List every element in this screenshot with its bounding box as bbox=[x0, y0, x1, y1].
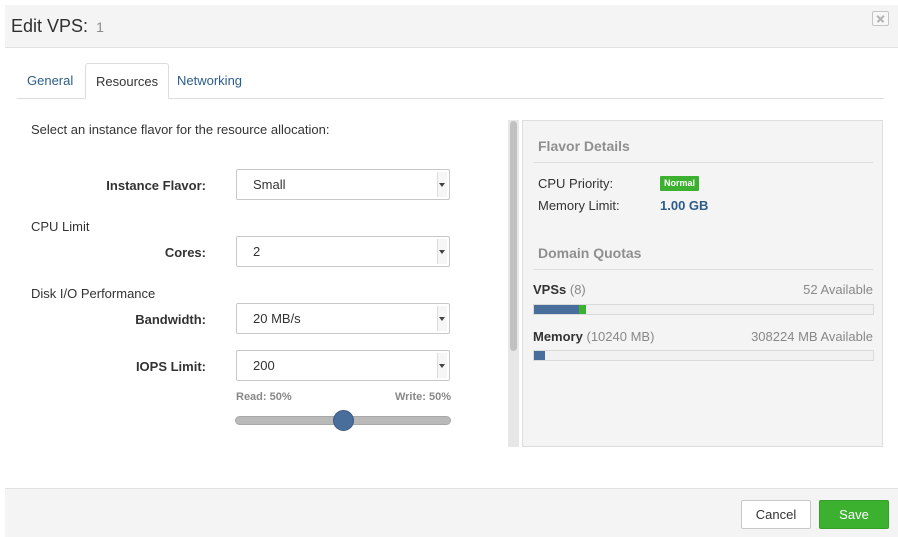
instance-flavor-select[interactable]: Small bbox=[236, 169, 450, 200]
memory-limit-label: Memory Limit: bbox=[538, 198, 620, 213]
disk-io-heading: Disk I/O Performance bbox=[31, 286, 156, 301]
instance-flavor-label: Instance Flavor: bbox=[106, 178, 206, 193]
dialog-header: Edit VPS: 1 bbox=[5, 5, 898, 48]
cancel-button[interactable]: Cancel bbox=[741, 500, 811, 529]
bandwidth-select[interactable]: 20 MB/s bbox=[236, 303, 450, 334]
vps-quota-label: VPSs (8) bbox=[533, 282, 586, 297]
bandwidth-value: 20 MB/s bbox=[253, 311, 301, 326]
flavor-details-panel: Flavor Details CPU Priority: Normal Memo… bbox=[522, 120, 883, 447]
vertical-scrollbar[interactable] bbox=[508, 120, 519, 447]
tab-networking[interactable]: Networking bbox=[167, 63, 252, 98]
memory-quota-available: 308224 MB Available bbox=[751, 329, 873, 344]
memory-quota-label: Memory (10240 MB) bbox=[533, 329, 655, 344]
instruction-text: Select an instance flavor for the resour… bbox=[31, 122, 330, 137]
write-percent-label: Write: 50% bbox=[394, 391, 451, 403]
tab-general[interactable]: General bbox=[17, 63, 83, 98]
vps-quota-available: 52 Available bbox=[803, 282, 873, 297]
iops-limit-value: 200 bbox=[253, 358, 275, 373]
vps-quota-count: (8) bbox=[569, 282, 586, 297]
dialog-title: Edit VPS: 1 bbox=[11, 16, 104, 37]
cpu-limit-heading: CPU Limit bbox=[31, 219, 90, 234]
chevron-down-icon bbox=[437, 239, 447, 264]
dialog-title-text: Edit VPS: bbox=[11, 16, 89, 36]
memory-limit-value: 1.00 GB bbox=[660, 198, 709, 213]
vps-quota-new bbox=[579, 305, 586, 314]
cores-label: Cores: bbox=[164, 245, 206, 260]
tab-resources[interactable]: Resources bbox=[85, 63, 170, 99]
read-percent-label: Read: 50% bbox=[236, 391, 292, 403]
vps-quota-bar bbox=[533, 304, 874, 315]
iops-limit-label: IOPS Limit: bbox=[135, 359, 206, 374]
tab-bar: General Resources Networking bbox=[17, 63, 884, 99]
memory-quota-bar bbox=[533, 350, 874, 361]
divider bbox=[533, 269, 873, 270]
iops-limit-select[interactable]: 200 bbox=[236, 350, 450, 381]
cores-value: 2 bbox=[253, 244, 261, 259]
bandwidth-label: Bandwidth: bbox=[135, 312, 206, 327]
slider-handle[interactable] bbox=[333, 410, 354, 431]
close-icon[interactable] bbox=[872, 11, 889, 26]
chevron-down-icon bbox=[437, 353, 447, 378]
memory-quota-used bbox=[534, 351, 545, 360]
chevron-down-icon bbox=[437, 172, 447, 197]
memory-quota-count: (10240 MB) bbox=[586, 329, 655, 344]
cpu-priority-badge: Normal bbox=[660, 176, 700, 191]
instance-flavor-value: Small bbox=[253, 177, 286, 192]
save-button[interactable]: Save bbox=[819, 500, 889, 529]
divider bbox=[533, 162, 873, 163]
flavor-details-heading: Flavor Details bbox=[538, 138, 630, 154]
scrollbar-thumb[interactable] bbox=[510, 121, 517, 351]
dialog-title-id: 1 bbox=[96, 19, 104, 35]
domain-quotas-heading: Domain Quotas bbox=[538, 245, 642, 261]
cores-select[interactable]: 2 bbox=[236, 236, 450, 267]
vps-quota-used bbox=[534, 305, 580, 314]
cpu-priority-label: CPU Priority: bbox=[538, 176, 614, 191]
chevron-down-icon bbox=[437, 306, 447, 331]
dialog-footer: Cancel Save bbox=[5, 488, 898, 537]
